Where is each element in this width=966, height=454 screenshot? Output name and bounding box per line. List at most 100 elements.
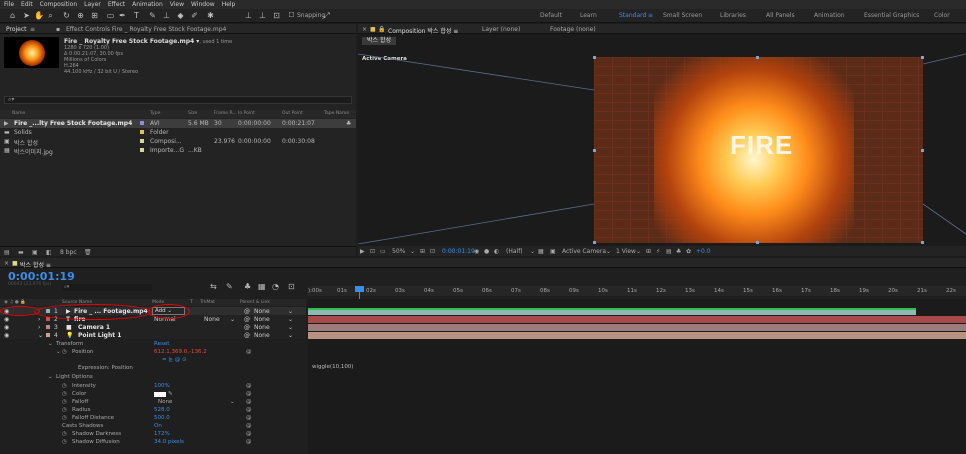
workspace-small-screen[interactable]: Small Screen [663, 12, 702, 19]
chevron-down-icon[interactable]: ⌄ [230, 316, 235, 323]
col-frame-rate[interactable]: Frame R... [214, 111, 237, 116]
trash-icon[interactable]: 🗑 [84, 249, 92, 256]
tab-layer[interactable]: Layer (none) [482, 26, 520, 33]
parent-select[interactable]: None [254, 324, 270, 331]
edge-handle[interactable] [921, 149, 924, 152]
stopwatch-icon[interactable]: ◷ [62, 415, 67, 421]
menu-file[interactable]: File [4, 1, 14, 8]
close-icon[interactable]: × [362, 26, 367, 33]
stopwatch-icon[interactable]: ◷ [62, 383, 67, 389]
world-axis-icon[interactable]: ⊥ [258, 11, 267, 20]
comp-flowchart-icon[interactable]: ⇆ [210, 282, 217, 291]
type-tool-icon[interactable]: T [132, 11, 141, 20]
time-ruler[interactable]: ):00s 01s 02s 03s 04s 05s 06s 07s 08s 09s 10s 11s 12… [308, 286, 966, 296]
prop-value[interactable]: 528.0 [154, 407, 170, 413]
transform-group[interactable]: ⌄ Transform Reset [0, 340, 306, 348]
parent-select[interactable]: None [254, 316, 270, 323]
stopwatch-icon[interactable]: ◷ [62, 349, 67, 355]
col-name[interactable]: Name [12, 111, 25, 116]
col-in-point[interactable]: In Point [238, 111, 255, 116]
hand-tool-icon[interactable]: ✋ [34, 11, 44, 20]
workspace-menu-icon[interactable]: ≡ [648, 12, 653, 19]
file-name[interactable]: Fire _ Royalty Free Stock Footage.mp4 ▾ [64, 38, 199, 45]
composition-viewer[interactable]: FIRE [594, 57, 923, 243]
pickwhip-icon[interactable]: @ [246, 399, 252, 405]
workspace-animation[interactable]: Animation [814, 12, 845, 19]
lock-icon[interactable]: ▪ [56, 26, 60, 33]
view-layout-select[interactable]: 1 View [616, 248, 636, 255]
pickwhip-icon[interactable]: @ [246, 391, 252, 397]
layer-bar-fire[interactable] [308, 316, 966, 323]
eye-icon[interactable]: ◉ [4, 316, 9, 323]
layer-row-light[interactable]: ◉ ⌄ 4 💡 Point Light 1 @ None ⌄ [0, 331, 306, 339]
tab-timeline-comp[interactable]: 박스 합성 ≡ [20, 260, 51, 269]
pickwhip-icon[interactable]: @ [246, 407, 252, 413]
eraser-tool-icon[interactable]: ◆ [176, 11, 185, 20]
intensity-property[interactable]: ◷ Intensity 100% @ [0, 382, 306, 390]
snapping-icon[interactable]: ⤢ [322, 11, 331, 20]
roto-brush-icon[interactable]: ✐ [190, 11, 199, 20]
interpret-footage-icon[interactable]: ▤ [4, 249, 10, 256]
guide-icon[interactable]: ⊡ [370, 248, 375, 255]
draft-3d-toggle-icon[interactable]: ✎ [226, 282, 233, 291]
shadow-darkness-property[interactable]: ◷ Shadow Darkness 172% @ [0, 430, 306, 438]
position-value[interactable]: 612.1,369.0,-136.2 [154, 349, 207, 355]
light-options-group[interactable]: ⌄ Light Options [0, 373, 306, 381]
menu-effect[interactable]: Effect [108, 1, 125, 8]
col-parent[interactable]: Parent & Link [240, 300, 270, 305]
prop-value[interactable]: On [154, 423, 162, 429]
snapping-checkbox[interactable]: ☐ [287, 11, 296, 20]
timeline-search-input[interactable]: ⌕▾ [62, 284, 152, 291]
expression-controls-icon[interactable]: = ⊵ @ ⊙ [162, 357, 187, 363]
clone-stamp-icon[interactable]: ⊥ [162, 11, 171, 20]
project-row-solids[interactable]: ▬ Solids Folder [0, 128, 356, 137]
col-trkmat[interactable]: TrkMat [200, 300, 215, 305]
shadow-diffusion-property[interactable]: ◷ Shadow Diffusion 34.0 pixels @ [0, 438, 306, 446]
tab-project[interactable]: Project [6, 26, 27, 33]
chevron-down-icon[interactable]: ⌄ [288, 316, 293, 323]
stopwatch-icon[interactable]: ◷ [62, 399, 67, 405]
playhead-handle[interactable] [355, 286, 364, 292]
pickwhip-icon[interactable]: @ [244, 316, 250, 323]
expand-icon[interactable]: › [38, 324, 40, 331]
collapse-icon[interactable]: ⌄ [38, 332, 43, 339]
stopwatch-icon[interactable]: ◷ [62, 407, 67, 413]
workspace-essential-graphics[interactable]: Essential Graphics [864, 12, 919, 19]
project-search-input[interactable]: ⌕▾ [4, 96, 352, 104]
pickwhip-icon[interactable]: @ [246, 439, 252, 445]
stopwatch-icon[interactable]: ◷ [62, 391, 67, 397]
col-tape-name[interactable]: Tape Name [324, 111, 349, 116]
color-channel-icon[interactable]: ◐ [494, 248, 499, 255]
label-swatch[interactable] [46, 317, 50, 321]
expression-text[interactable]: wiggle(10,100) [312, 364, 353, 370]
tab-footage[interactable]: Footage (none) [550, 26, 596, 33]
expand-icon[interactable]: › [38, 316, 40, 323]
layer-bar-camera[interactable] [308, 324, 966, 331]
eye-icon[interactable]: ◉ [4, 332, 9, 339]
label-swatch[interactable] [46, 325, 50, 329]
corner-handle[interactable] [593, 241, 596, 244]
pickwhip-icon[interactable]: @ [246, 431, 252, 437]
layer-name[interactable]: Camera 1 [78, 324, 110, 331]
project-row-footage[interactable]: ▶ Fire _...lty Free Stock Footage.mp4 AV… [0, 119, 356, 128]
falloff-distance-property[interactable]: ◷ Falloff Distance 500.0 @ [0, 414, 306, 422]
layer-bar-footage[interactable] [308, 308, 916, 315]
draft-3d-icon[interactable]: ▣ [550, 248, 556, 255]
zoom-tool-icon[interactable]: ⌕ [46, 11, 55, 20]
layer-bar-light[interactable] [308, 332, 966, 339]
track-area[interactable]: wiggle(10,100) [308, 299, 966, 454]
label-swatch[interactable] [46, 333, 50, 337]
pickwhip-icon[interactable]: @ [246, 415, 252, 421]
zoom-select[interactable]: 50% [392, 248, 405, 255]
3d-view-select[interactable]: Active Camera [562, 248, 606, 255]
menu-layer[interactable]: Layer [84, 1, 101, 8]
bpc-icon[interactable]: ◧ [46, 249, 52, 256]
pickwhip-icon[interactable]: @ [246, 423, 252, 429]
edge-handle[interactable] [756, 56, 759, 59]
collapse-icon[interactable]: ⌄ [48, 341, 53, 347]
falloff-select[interactable]: None [158, 399, 172, 405]
label-swatch[interactable] [140, 130, 144, 134]
new-folder-icon[interactable]: ▬ [18, 249, 24, 256]
new-comp-icon[interactable]: ▣ [32, 249, 38, 256]
menu-view[interactable]: View [170, 1, 184, 8]
